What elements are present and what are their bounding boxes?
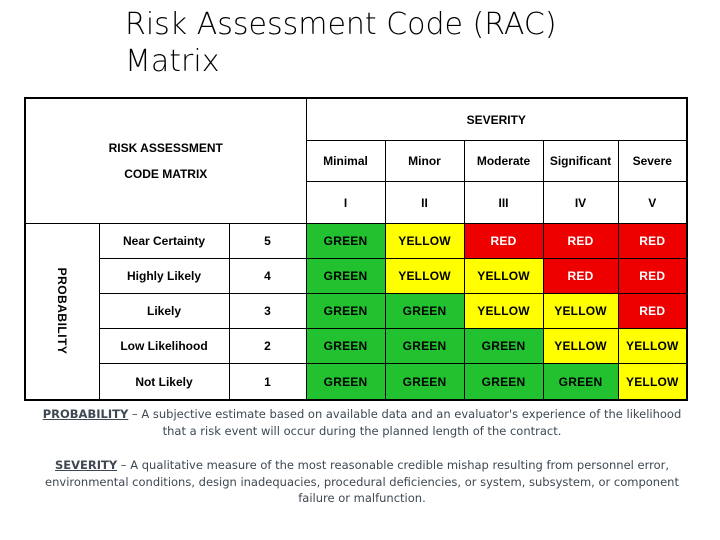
probability-label-3: Likely	[98, 292, 230, 330]
risk-cell-r2c3[interactable]: YELLOW	[463, 257, 544, 294]
probability-value-1: 5	[228, 222, 307, 259]
severity-header: SEVERITY	[305, 97, 688, 142]
definition-probability-text: A subjective estimate based on available…	[141, 407, 682, 438]
severity-column-roman-3: III	[463, 181, 544, 224]
risk-cell-r5c4[interactable]: GREEN	[542, 363, 619, 401]
risk-cell-r3c2[interactable]: GREEN	[384, 292, 465, 330]
probability-value-5: 1	[228, 363, 307, 401]
definitions-block: PROBABILITY – A subjective estimate base…	[42, 406, 682, 525]
severity-column-roman-2: II	[384, 181, 465, 224]
risk-cell-r4c1[interactable]: GREEN	[305, 328, 386, 365]
definition-probability: PROBABILITY – A subjective estimate base…	[42, 406, 682, 439]
probability-label-1: Near Certainty	[98, 222, 230, 259]
definition-probability-term: PROBABILITY	[42, 407, 129, 421]
definition-severity-dash: –	[117, 458, 131, 472]
rac-matrix-table: RISK ASSESSMENT CODE MATRIX SEVERITY Min…	[24, 97, 689, 401]
severity-column-name-1: Minimal	[305, 140, 386, 183]
probability-value-3: 3	[228, 292, 307, 330]
table-row: Low Likelihood 2 GREEN GREEN GREEN YELLO…	[25, 328, 688, 365]
definition-probability-dash: –	[128, 407, 142, 421]
risk-cell-r2c2[interactable]: YELLOW	[384, 257, 465, 294]
risk-cell-r1c1[interactable]: GREEN	[305, 222, 386, 259]
matrix-header-row-severity: RISK ASSESSMENT CODE MATRIX SEVERITY	[24, 97, 688, 224]
table-row: Likely 3 GREEN GREEN YELLOW YELLOW RED	[25, 292, 688, 330]
page-title: Risk Assessment Code (RAC) Matrix	[0, 6, 720, 80]
page-title-line-2: Matrix	[125, 44, 220, 79]
risk-cell-r5c2[interactable]: GREEN	[384, 363, 465, 401]
severity-column-name-2: Minor	[384, 140, 465, 183]
probability-label-4: Low Likelihood	[98, 328, 230, 365]
matrix-corner-title: RISK ASSESSMENT CODE MATRIX	[24, 97, 307, 224]
page-title-inner: Risk Assessment Code (RAC) Matrix	[125, 6, 595, 80]
severity-column-name-5: Severe	[617, 140, 688, 183]
matrix-corner-title-line-2: CODE MATRIX	[124, 166, 208, 181]
risk-cell-r4c3[interactable]: GREEN	[463, 328, 544, 365]
risk-cell-r1c2[interactable]: YELLOW	[384, 222, 465, 259]
probability-axis-label: PROBABILITY	[55, 267, 70, 355]
risk-cell-r1c5[interactable]: RED	[617, 222, 688, 259]
rac-matrix: RISK ASSESSMENT CODE MATRIX SEVERITY Min…	[24, 97, 689, 401]
table-row: Not Likely 1 GREEN GREEN GREEN GREEN YEL…	[25, 363, 688, 401]
risk-cell-r3c1[interactable]: GREEN	[305, 292, 386, 330]
definition-severity: SEVERITY – A qualitative measure of the …	[42, 457, 682, 507]
table-row: PROBABILITY Near Certainty 5 GREEN YELLO…	[24, 222, 688, 401]
severity-column-name-3: Moderate	[463, 140, 544, 183]
risk-cell-r5c5[interactable]: YELLOW	[617, 363, 688, 401]
risk-cell-r1c3[interactable]: RED	[463, 222, 544, 259]
risk-cell-r3c5[interactable]: RED	[617, 292, 688, 330]
matrix-corner-title-line-1: RISK ASSESSMENT	[108, 140, 223, 155]
risk-cell-r5c1[interactable]: GREEN	[305, 363, 386, 401]
severity-column-roman-4: IV	[542, 181, 619, 224]
risk-cell-r4c5[interactable]: YELLOW	[617, 328, 688, 365]
severity-column-name-4: Significant	[542, 140, 619, 183]
risk-cell-r4c2[interactable]: GREEN	[384, 328, 465, 365]
table-row: Highly Likely 4 GREEN YELLOW YELLOW RED …	[25, 257, 688, 294]
risk-cell-r2c5[interactable]: RED	[617, 257, 688, 294]
definition-severity-term: SEVERITY	[54, 458, 118, 472]
severity-column-roman-5: V	[617, 181, 688, 224]
definition-severity-text: A qualitative measure of the most reason…	[45, 458, 679, 505]
risk-cell-r1c4[interactable]: RED	[542, 222, 619, 259]
risk-cell-r5c3[interactable]: GREEN	[463, 363, 544, 401]
risk-cell-r3c4[interactable]: YELLOW	[542, 292, 619, 330]
risk-cell-r2c4[interactable]: RED	[542, 257, 619, 294]
severity-column-roman-1: I	[305, 181, 386, 224]
probability-label-5: Not Likely	[98, 363, 230, 401]
probability-axis-label-cell: PROBABILITY	[24, 222, 100, 401]
risk-cell-r3c3[interactable]: YELLOW	[463, 292, 544, 330]
risk-cell-r2c1[interactable]: GREEN	[305, 257, 386, 294]
probability-value-2: 4	[228, 257, 307, 294]
page-title-line-1: Risk Assessment Code (RAC)	[125, 7, 557, 42]
probability-value-4: 2	[228, 328, 307, 365]
probability-label-2: Highly Likely	[98, 257, 230, 294]
risk-cell-r4c4[interactable]: YELLOW	[542, 328, 619, 365]
